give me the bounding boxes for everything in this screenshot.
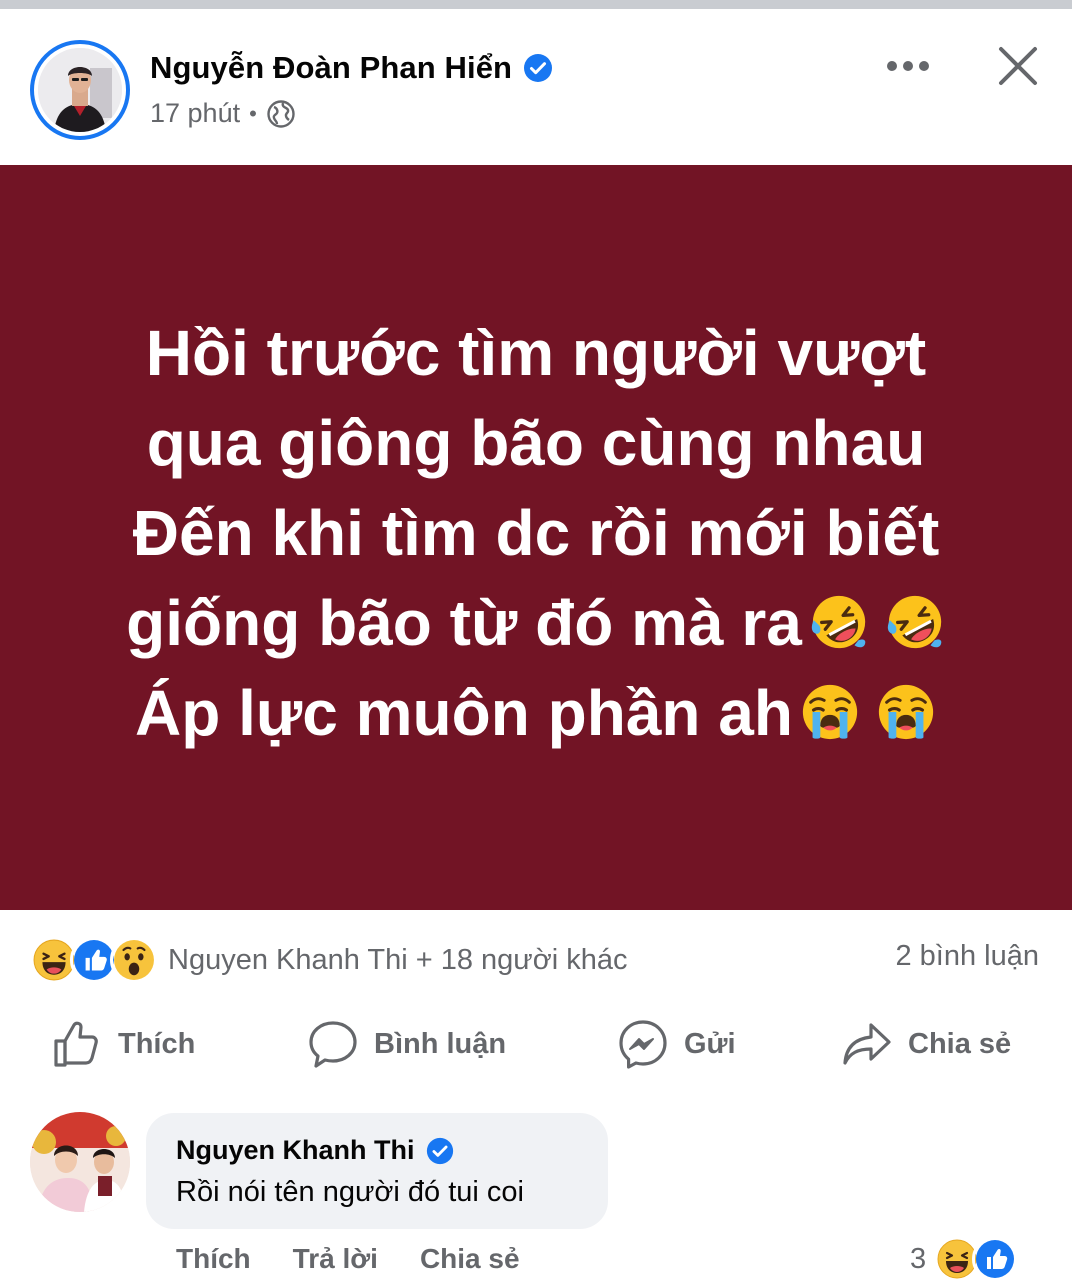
comment-text: Rồi nói tên người đó tui coi	[176, 1176, 524, 1208]
wow-icon	[110, 936, 158, 984]
status-line-text: Áp lực muôn phần ah	[135, 676, 793, 749]
share-arrow-icon	[843, 1023, 891, 1065]
post-meta: 17 phút •	[150, 98, 296, 129]
reactions-summary[interactable]: Nguyen Khanh Thi + 18 người khác	[30, 936, 628, 984]
comment-label: Bình luận	[374, 1027, 507, 1060]
post-author[interactable]: Nguyễn Đoàn Phan Hiển	[150, 50, 554, 86]
status-text: Hồi trước tìm người vượt qua giông bão c…	[56, 308, 1016, 758]
commenter-avatar[interactable]	[30, 1112, 130, 1212]
comment-bubble-icon	[309, 1021, 357, 1068]
meta-separator: •	[249, 100, 257, 126]
post-time[interactable]: 17 phút	[150, 98, 240, 129]
close-icon	[999, 47, 1037, 85]
rofl-emoji-icon	[884, 591, 946, 653]
commenter-name-row: Nguyen Khanh Thi	[176, 1135, 608, 1166]
more-options-button[interactable]	[880, 44, 936, 88]
verified-badge-icon	[522, 52, 554, 84]
post-author-name[interactable]: Nguyễn Đoàn Phan Hiển	[150, 50, 512, 86]
author-avatar[interactable]	[30, 40, 130, 140]
comment-share-button[interactable]: Chia sẻ	[420, 1243, 520, 1275]
crying-emoji-icon	[799, 681, 861, 743]
status-line: Đến khi tìm dc rồi mới biết	[132, 496, 940, 569]
comment-like-button[interactable]: Thích	[176, 1243, 251, 1275]
like-icon	[972, 1236, 1019, 1282]
comment-button[interactable]: Bình luận	[308, 1010, 506, 1078]
status-line: Hồi trước tìm người vượt	[145, 316, 927, 389]
post-action-bar: Thích Bình luận Gửi Chia sẻ	[0, 1010, 1072, 1078]
reaction-summary-text[interactable]: Nguyen Khanh Thi + 18 người khác	[168, 944, 628, 977]
close-button[interactable]	[990, 38, 1046, 94]
verified-badge-icon	[425, 1136, 455, 1166]
top-divider	[0, 0, 1072, 9]
status-line: qua giông bão cùng nhau	[146, 406, 926, 479]
status-line: giống bão từ đó mà ra	[56, 578, 1016, 668]
globe-icon	[267, 99, 295, 128]
like-label: Thích	[118, 1027, 196, 1060]
commenter-name[interactable]: Nguyen Khanh Thi	[176, 1135, 415, 1166]
status-line-text: giống bão từ đó mà ra	[126, 586, 802, 659]
comment-reaction-count: 3	[910, 1242, 927, 1275]
send-button[interactable]: Gửi	[618, 1010, 736, 1078]
status-background: Hồi trước tìm người vượt qua giông bão c…	[0, 165, 1072, 910]
more-dots-icon	[887, 61, 929, 71]
rofl-emoji-icon	[808, 591, 870, 653]
like-button[interactable]: Thích	[52, 1010, 195, 1078]
comment-bubble[interactable]: Nguyen Khanh Thi Rồi nói tên người đó tu…	[146, 1113, 608, 1229]
thumbs-up-icon	[54, 1021, 98, 1067]
comment-reactions[interactable]: 3	[910, 1236, 1019, 1282]
send-label: Gửi	[684, 1027, 736, 1060]
crying-emoji-icon	[875, 681, 937, 743]
messenger-icon	[619, 1020, 667, 1069]
comment-actions: Thích Trả lời Chia sẻ	[176, 1243, 562, 1275]
status-line: Áp lực muôn phần ah	[56, 668, 1016, 758]
comment-reply-button[interactable]: Trả lời	[293, 1243, 378, 1275]
share-button[interactable]: Chia sẻ	[842, 1010, 1011, 1078]
share-label: Chia sẻ	[908, 1027, 1012, 1060]
reaction-icons	[30, 936, 158, 984]
comment-count[interactable]: 2 bình luận	[895, 940, 1039, 973]
